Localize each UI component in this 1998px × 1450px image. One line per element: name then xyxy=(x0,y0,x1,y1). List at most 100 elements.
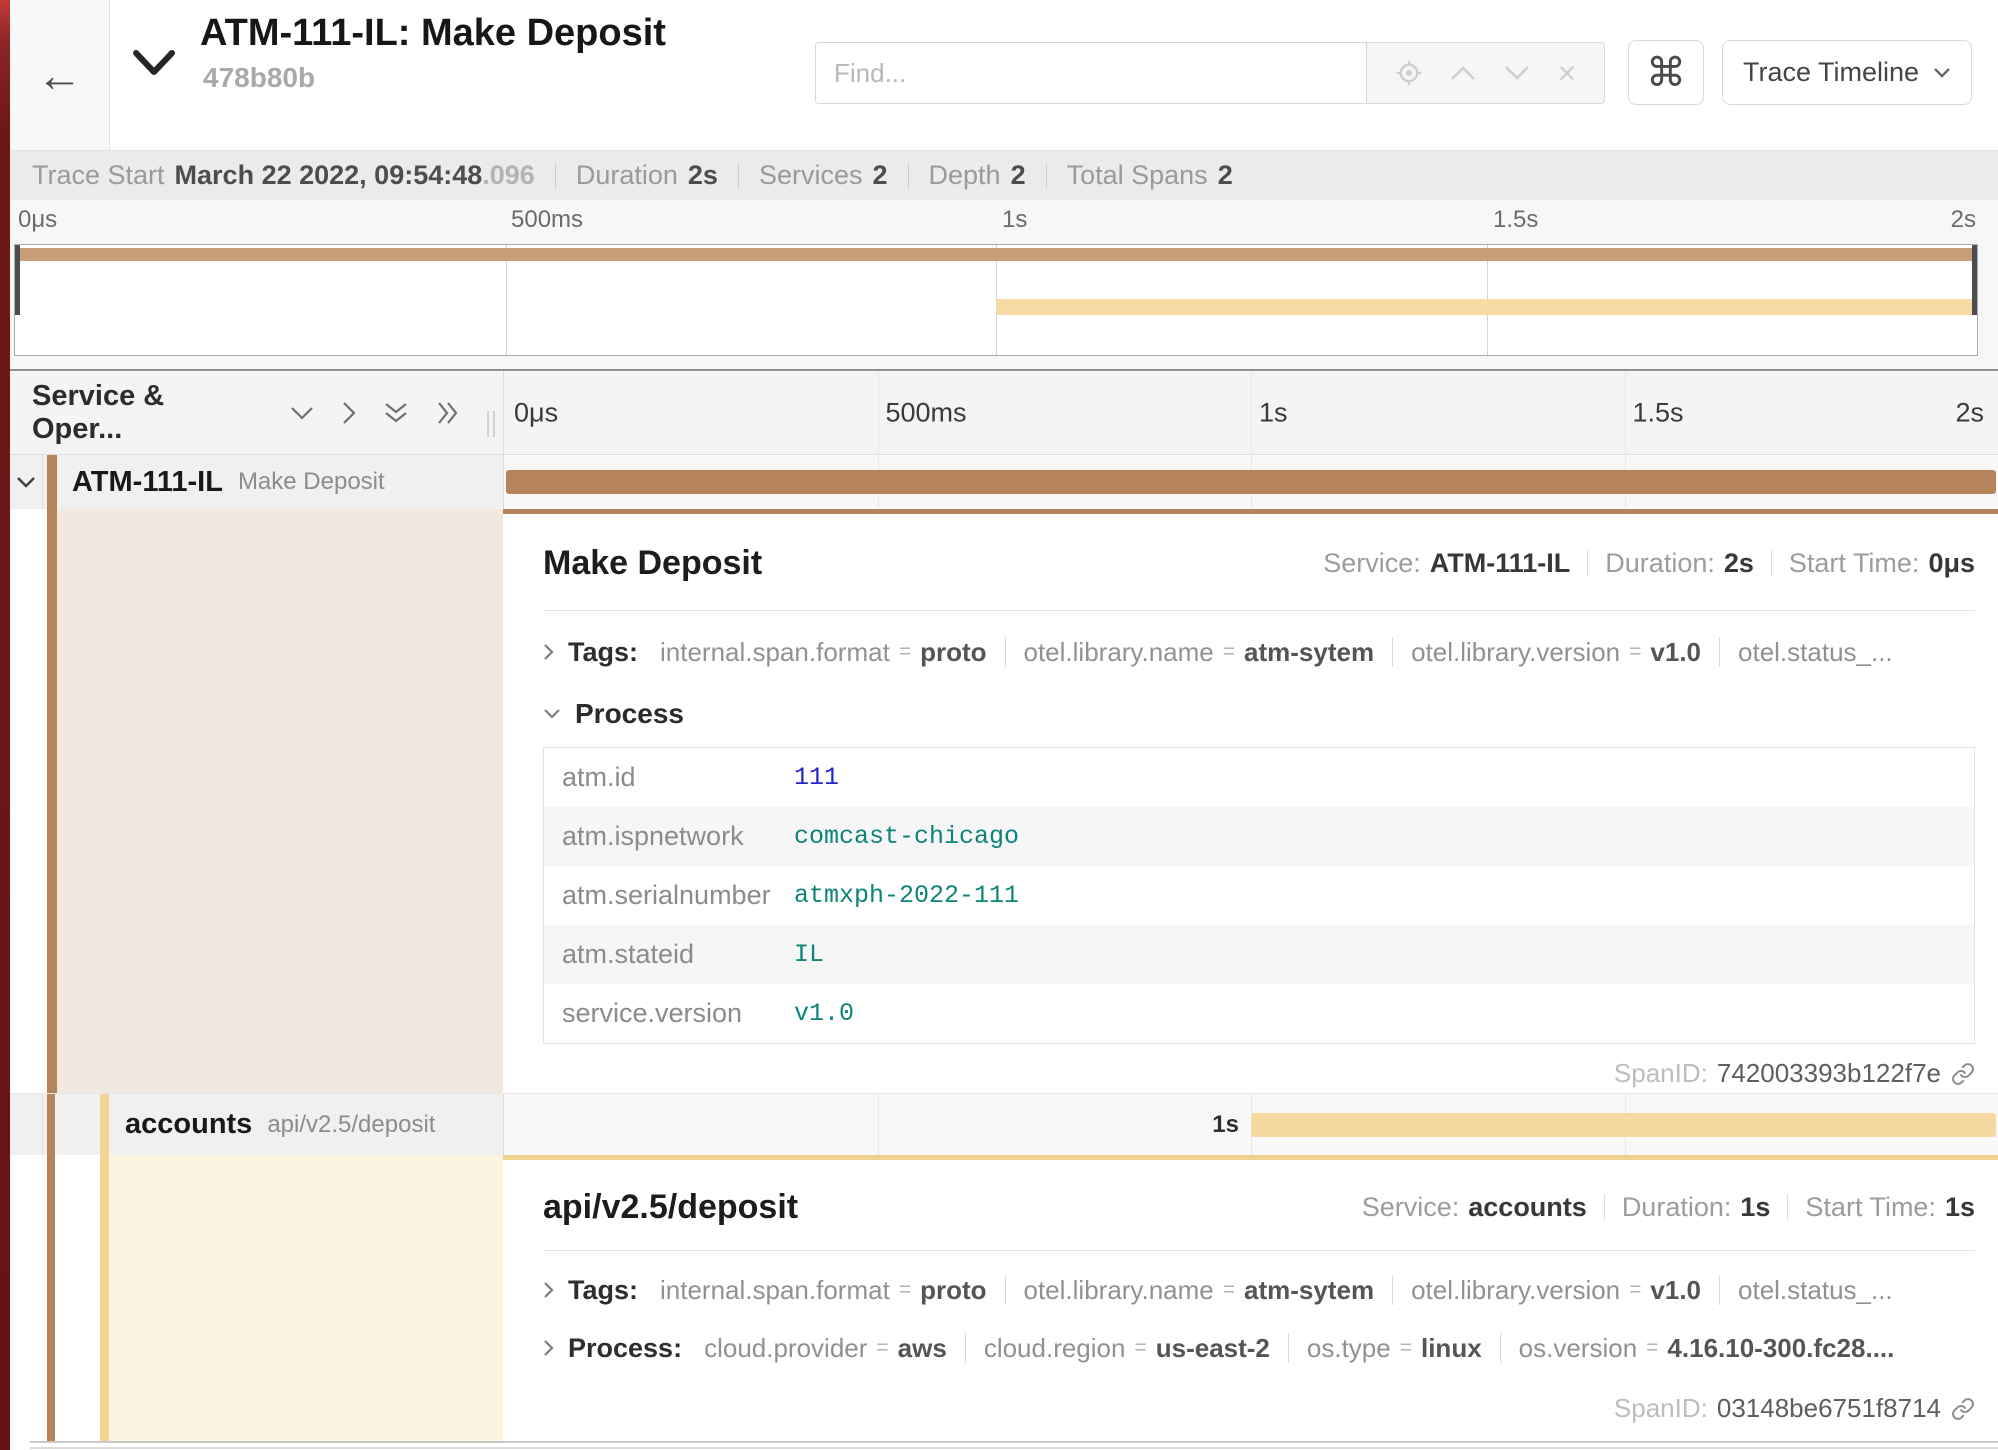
span-row-atm[interactable]: ATM-111-IL Make Deposit xyxy=(10,455,1998,509)
spanid-label: SpanID: xyxy=(1614,1058,1708,1089)
chevron-right-icon xyxy=(543,643,554,661)
spanid-value: 742003393b122f7e xyxy=(1717,1058,1941,1089)
service-label: Service: xyxy=(1323,548,1421,579)
process-value: linux xyxy=(1421,1333,1482,1364)
divider xyxy=(1587,550,1588,576)
divider xyxy=(1288,1333,1289,1363)
clear-search-icon[interactable]: × xyxy=(1558,57,1577,89)
divider xyxy=(1005,1275,1006,1305)
back-arrow-icon: ← xyxy=(37,52,83,98)
kv-key: atm.stateid xyxy=(544,939,794,970)
service-label: Service: xyxy=(1362,1192,1460,1223)
process-expander[interactable]: Process xyxy=(543,697,1975,731)
tags-expander[interactable] xyxy=(543,643,554,661)
equals-sign: = xyxy=(1629,1278,1641,1302)
kv-value: v1.0 xyxy=(794,999,854,1028)
service-operation-column: Service & Oper... xyxy=(10,371,503,454)
tag-key: otel.library.name xyxy=(1024,1275,1214,1306)
collapse-one-icon[interactable] xyxy=(289,405,315,421)
span-name-cell[interactable]: accounts api/v2.5/deposit xyxy=(10,1094,503,1155)
link-icon[interactable] xyxy=(1951,1062,1975,1086)
divider xyxy=(1392,1275,1393,1305)
span-name-cell[interactable]: ATM-111-IL Make Deposit xyxy=(10,455,503,509)
kv-key: atm.serialnumber xyxy=(544,880,794,911)
span-color-strip xyxy=(47,509,57,1093)
tag-value: v1.0 xyxy=(1650,1275,1701,1306)
service-value: ATM-111-IL xyxy=(1430,548,1571,579)
timeline-minimap: 0μs 500ms 1s 1.5s 2s xyxy=(10,200,1998,369)
collapse-children-chevron[interactable] xyxy=(10,455,43,509)
tag-key: otel.library.name xyxy=(1024,637,1214,668)
next-match-icon[interactable] xyxy=(1504,65,1530,81)
trace-start-fraction: .096 xyxy=(482,160,535,191)
span-operation: Make Deposit xyxy=(238,468,385,496)
tag-key-truncated: otel.status_... xyxy=(1738,637,1893,668)
tags-expander[interactable] xyxy=(543,1281,554,1299)
minimap-span-bar-accounts xyxy=(996,299,1977,315)
trace-start-value: March 22 2022, 09:54:48 xyxy=(175,160,483,191)
minimap-canvas[interactable] xyxy=(14,244,1978,356)
scrubber-right-handle[interactable] xyxy=(1972,245,1977,315)
title-collapse-chevron[interactable] xyxy=(132,48,180,88)
tag-value: atm-sytem xyxy=(1244,637,1374,668)
tick-label: 2s xyxy=(1951,206,1976,234)
service-operation-header[interactable]: Service & Oper... xyxy=(32,380,255,446)
start-time-label: Start Time: xyxy=(1789,548,1920,579)
command-icon: ⌘ xyxy=(1646,50,1686,96)
process-expander[interactable] xyxy=(543,1339,554,1357)
find-input[interactable] xyxy=(815,42,1367,104)
window-edge-strip xyxy=(0,0,10,1450)
span-timeline-cell[interactable]: 1s xyxy=(503,1094,1998,1155)
scrubber-left-handle[interactable] xyxy=(15,245,20,315)
column-resize-handle[interactable] xyxy=(487,389,495,437)
divider xyxy=(543,610,1975,611)
process-value: 4.16.10-300.fc28.... xyxy=(1667,1333,1894,1364)
trace-header: ← ATM-111-IL: Make Deposit 478b80b xyxy=(10,0,1998,151)
tick-label: 2s xyxy=(1955,397,1984,428)
tag-key: internal.span.format xyxy=(660,637,890,668)
trace-id: 478b80b xyxy=(203,62,315,94)
span-detail-meta: Service: accounts Duration: 1s Start Tim… xyxy=(1362,1192,1975,1223)
keyboard-shortcuts-button[interactable]: ⌘ xyxy=(1628,40,1704,105)
back-button[interactable]: ← xyxy=(10,0,110,150)
duration-label: Duration xyxy=(576,160,678,191)
span-bar-accounts[interactable] xyxy=(1251,1113,1996,1137)
equals-sign: = xyxy=(899,640,911,664)
tag-value: proto xyxy=(920,637,986,668)
start-time-label: Start Time: xyxy=(1805,1192,1936,1223)
tick-label: 1.5s xyxy=(1633,397,1684,428)
equals-sign: = xyxy=(1223,1278,1235,1302)
tick-label: 500ms xyxy=(886,397,967,428)
collapse-all-icon[interactable] xyxy=(383,400,409,426)
process-key: cloud.region xyxy=(984,1333,1126,1364)
gridline xyxy=(1251,371,1252,454)
minimap-span-bar-atm xyxy=(15,248,1977,261)
span-operation: api/v2.5/deposit xyxy=(267,1111,435,1139)
jaeger-trace-page: ← ATM-111-IL: Make Deposit 478b80b xyxy=(0,0,1998,1450)
span-color-strip xyxy=(100,1155,109,1441)
prev-match-icon[interactable] xyxy=(1450,65,1476,81)
expand-one-icon[interactable] xyxy=(341,400,357,426)
span-detail-meta: Service: ATM-111-IL Duration: 2s Start T… xyxy=(1323,548,1975,579)
chevron-down-icon xyxy=(16,476,36,489)
indent-guide-cell xyxy=(10,1094,43,1155)
tick-label: 0μs xyxy=(18,206,57,234)
duration-value: 2s xyxy=(1724,548,1754,579)
locate-icon[interactable] xyxy=(1395,59,1423,87)
expand-all-icon[interactable] xyxy=(435,400,461,426)
tag-value: proto xyxy=(920,1275,986,1306)
bottom-divider xyxy=(30,1441,1998,1449)
link-icon[interactable] xyxy=(1951,1397,1975,1421)
kv-value: comcast-chicago xyxy=(794,822,1019,851)
span-bar-atm[interactable] xyxy=(506,470,1996,494)
tick-label: 1.5s xyxy=(1493,206,1538,234)
divider xyxy=(1604,1194,1605,1220)
services-label: Services xyxy=(759,160,863,191)
tags-row: Tags: internal.span.format = proto otel.… xyxy=(543,1273,1975,1307)
process-key: os.version xyxy=(1519,1333,1638,1364)
span-row-accounts[interactable]: accounts api/v2.5/deposit 1s xyxy=(10,1093,1998,1155)
trace-view-dropdown[interactable]: Trace Timeline xyxy=(1722,40,1972,105)
gridline xyxy=(506,245,507,355)
divider xyxy=(1500,1333,1501,1363)
span-timeline-cell[interactable] xyxy=(503,455,1998,509)
